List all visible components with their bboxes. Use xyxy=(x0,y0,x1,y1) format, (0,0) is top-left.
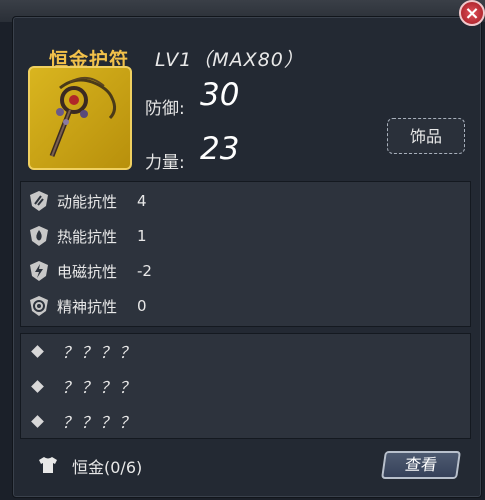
resistance-label: 电磁抗性 xyxy=(57,262,118,281)
close-button[interactable]: × xyxy=(459,0,485,26)
view-set-button[interactable]: 查看 xyxy=(381,451,461,479)
set-footer: 恒金(0/6) 查看 xyxy=(20,448,471,484)
defense-value: 30 xyxy=(200,77,240,113)
amulet-icon xyxy=(49,76,117,157)
resistance-row-thermal: 热能抗性 1 xyxy=(29,223,147,249)
item-level: LV1（MAX80） xyxy=(155,49,304,71)
strength-label: 力量: xyxy=(145,153,185,173)
resistance-label: 精神抗性 xyxy=(57,297,118,316)
kinetic-icon xyxy=(30,191,48,211)
resistance-label: 热能抗性 xyxy=(57,227,118,246)
resistance-value: 0 xyxy=(137,297,147,315)
psychic-icon xyxy=(30,296,48,316)
hidden-affixes-section: ？？？？ ？？？？ ？？？？ xyxy=(20,333,471,439)
shirt-icon xyxy=(39,457,57,473)
close-icon: × xyxy=(464,3,480,24)
resistance-row-kinetic: 动能抗性 4 xyxy=(29,188,147,214)
strength-value: 23 xyxy=(200,131,240,167)
resistance-label: 动能抗性 xyxy=(57,192,118,211)
defense-label: 防御: xyxy=(145,99,185,119)
diamond-icon xyxy=(31,379,44,393)
resistance-row-psychic: 精神抗性 0 xyxy=(29,293,147,319)
hidden-affix-row: ？？？？ xyxy=(31,374,139,398)
electromagnetic-icon xyxy=(30,261,48,281)
hidden-affix-text: ？？？？ xyxy=(62,413,139,432)
hidden-affix-text: ？？？？ xyxy=(62,343,139,362)
resistances-section: 动能抗性 4 热能抗性 1 电磁抗性 -2 精神抗性 0 xyxy=(20,181,471,327)
thermal-icon xyxy=(30,226,48,246)
resistance-value: 4 xyxy=(137,192,147,210)
resistance-row-electromagnetic: 电磁抗性 -2 xyxy=(29,258,152,284)
hidden-affix-row: ？？？？ xyxy=(31,339,139,363)
resistance-value: -2 xyxy=(137,262,152,280)
hidden-affix-text: ？？？？ xyxy=(62,378,139,397)
diamond-icon xyxy=(31,344,44,358)
item-icon-frame xyxy=(28,66,132,170)
diamond-icon xyxy=(31,414,44,428)
set-label: 恒金(0/6) xyxy=(72,458,143,477)
hidden-affix-row: ？？？？ xyxy=(31,409,139,433)
category-button[interactable]: 饰品 xyxy=(387,118,465,154)
resistance-value: 1 xyxy=(137,227,147,245)
